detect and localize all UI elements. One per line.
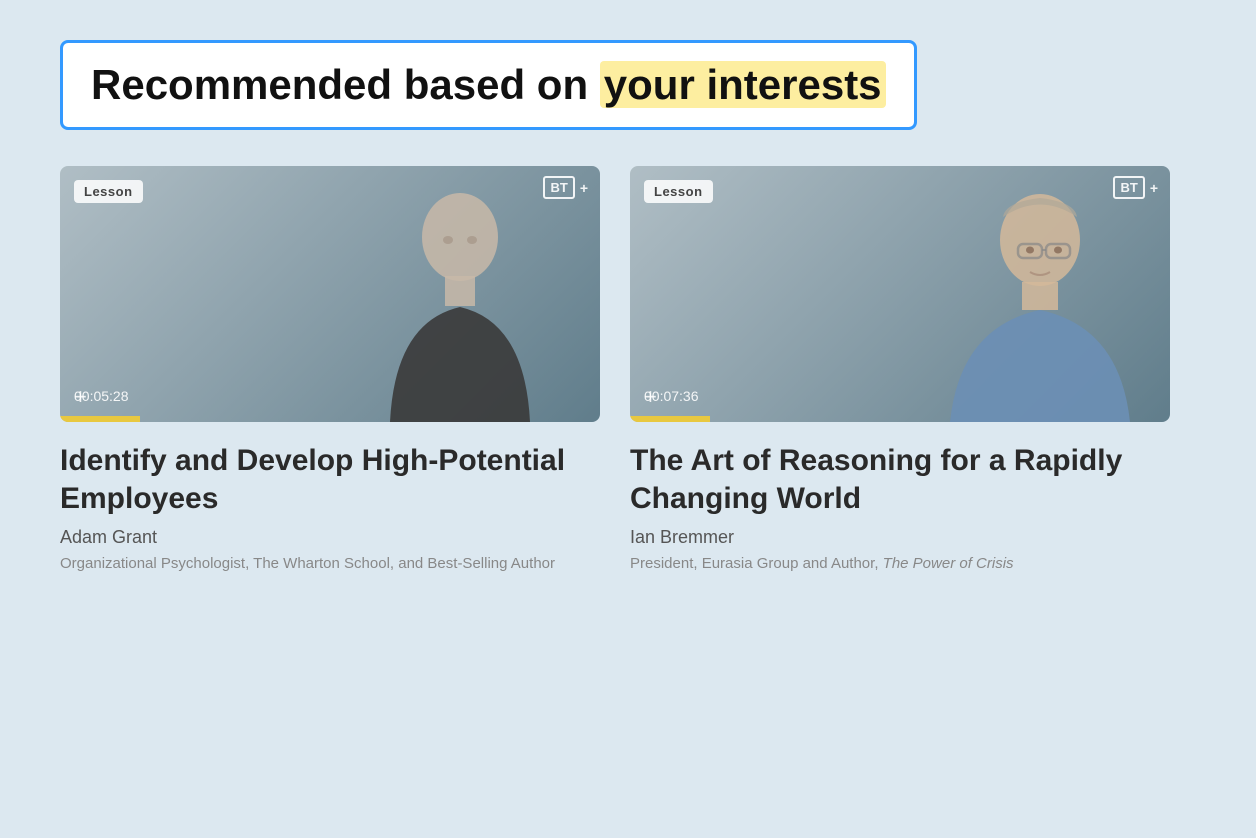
heading-box: Recommended based on your interests — [60, 40, 917, 130]
page-heading: Recommended based on your interests — [91, 61, 886, 109]
card-1-badge: Lesson — [74, 180, 143, 203]
card-2-badge: Lesson — [644, 180, 713, 203]
card-2-bt-plus: + — [1150, 180, 1158, 196]
card-1-subtitle: Organizational Psychologist, The Wharton… — [60, 553, 600, 574]
fade-overlay — [1196, 0, 1256, 838]
heading-highlight: your interests — [600, 61, 886, 108]
card-2-add-button[interactable]: + — [644, 386, 657, 408]
card-1-author: Adam Grant — [60, 527, 600, 548]
card-1-title: Identify and Develop High-Potential Empl… — [60, 442, 600, 517]
card-1-image: Lesson BT + — [60, 166, 600, 422]
card-2-title: The Art of Reasoning for a Rapidly Chang… — [630, 442, 1170, 517]
card-2: Lesson BT + — [630, 166, 1170, 597]
card-2-subtitle: President, Eurasia Group and Author, The… — [630, 553, 1170, 574]
heading-prefix: Recommended based on — [91, 61, 600, 108]
card-2-author: Ian Bremmer — [630, 527, 1170, 548]
page-container: Recommended based on your interests Less… — [0, 0, 1256, 838]
card-1-bt-plus: + — [580, 180, 588, 196]
card-1: Lesson BT + — [60, 166, 600, 597]
card-1-add-button[interactable]: + — [74, 386, 87, 408]
card-2-image: Lesson BT + — [630, 166, 1170, 422]
cards-row: Lesson BT + — [60, 166, 1196, 597]
